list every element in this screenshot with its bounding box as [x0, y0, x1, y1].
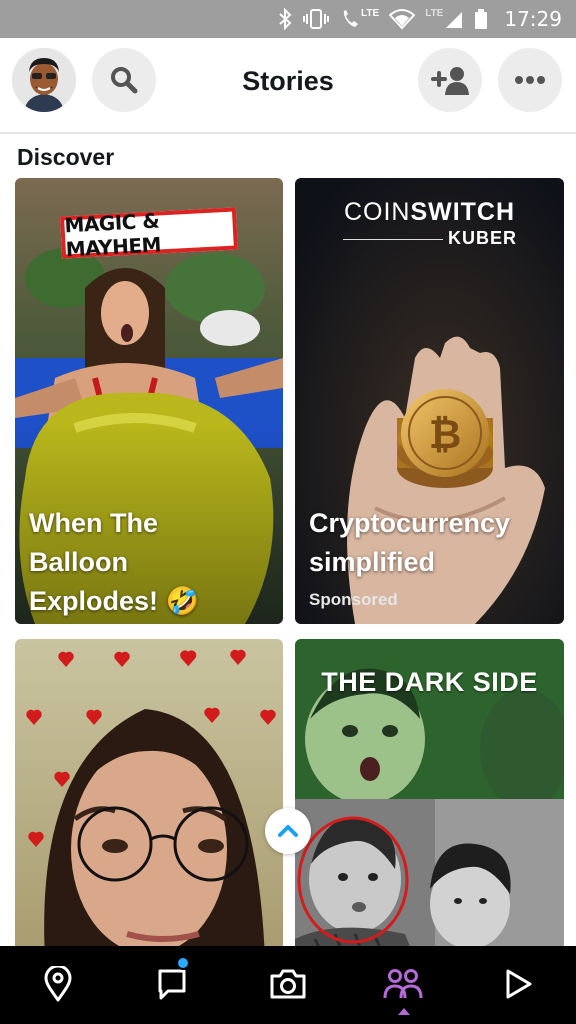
stories-icon: [383, 969, 423, 999]
card-thumbnail: [15, 639, 283, 946]
svg-text:₿: ₿: [429, 412, 462, 458]
more-button[interactable]: [498, 48, 562, 112]
discover-section: Discover MAGIC & MAYHEM When The Balloon…: [0, 136, 576, 946]
brand-divider: [343, 239, 443, 240]
nav-chat[interactable]: [150, 956, 194, 1006]
signal-icon: [446, 12, 463, 28]
section-title: Discover: [17, 144, 115, 170]
network-label: LTE: [425, 8, 444, 19]
bluetooth-icon: [279, 8, 292, 30]
battery-icon: [475, 9, 488, 29]
add-friend-button[interactable]: [418, 48, 482, 112]
spotlight-icon: [506, 969, 532, 999]
sponsored-badge: Sponsored: [309, 590, 398, 609]
phone-call-icon: [343, 10, 359, 27]
nav-spotlight[interactable]: [496, 962, 540, 1006]
unread-badge: [176, 956, 190, 970]
discover-card-dark-side[interactable]: THE DARK SIDE: [295, 639, 564, 946]
more-icon: [515, 76, 545, 84]
clock: 17:29: [504, 7, 562, 31]
page-title: Stories: [242, 66, 334, 96]
discover-card-selfie[interactable]: [15, 639, 283, 946]
vibrate-icon: [303, 9, 330, 29]
brand-logo: COINSWITCH: [343, 198, 516, 226]
map-icon: [44, 966, 72, 1002]
camera-icon: [270, 969, 306, 999]
bottom-nav: [0, 946, 576, 1024]
scroll-to-top-button[interactable]: [265, 808, 311, 854]
card-headline: When The Balloon Explodes! 🤣: [29, 508, 200, 616]
brand-logo: MAGIC & MAYHEM: [60, 207, 238, 261]
discover-card-coinswitch-ad[interactable]: ₿ COINSWITCH KUBER Cryptocurrency simpli…: [295, 178, 564, 624]
active-indicator: [398, 1008, 410, 1015]
add-friend-icon: [431, 67, 469, 95]
discover-card-magic-mayhem[interactable]: MAGIC & MAYHEM When The Balloon Explodes…: [15, 178, 283, 624]
nav-map[interactable]: [36, 962, 80, 1006]
network-label: LTE: [361, 8, 380, 19]
chevron-up-icon: [278, 825, 298, 837]
signal-indicator: LTE: [425, 8, 464, 30]
brand-logo: THE DARK SIDE: [321, 667, 538, 697]
wifi-icon: [389, 9, 416, 30]
nav-camera[interactable]: [266, 962, 310, 1006]
status-bar: LTE LTE 17:29: [0, 0, 576, 38]
call-lte-indicator: LTE: [340, 8, 379, 30]
chat-icon: [158, 969, 186, 1000]
nav-stories[interactable]: [381, 962, 425, 1015]
brand-sub: KUBER: [447, 228, 517, 248]
header: Stories: [0, 38, 576, 134]
card-headline: Cryptocurrency simplified: [309, 508, 511, 577]
